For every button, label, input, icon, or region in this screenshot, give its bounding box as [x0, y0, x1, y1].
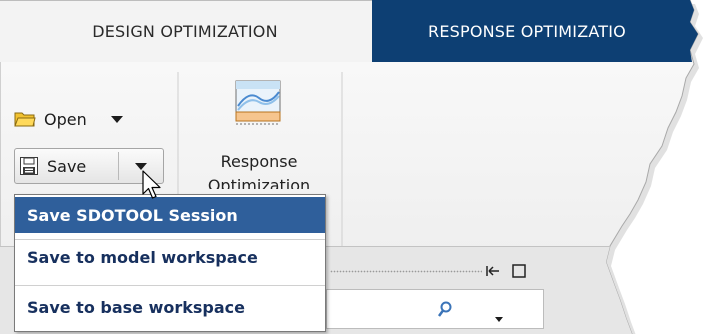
tab-strip: DESIGN OPTIMIZATION RESPONSE OPTIMIZATIO: [0, 0, 707, 63]
menu-item-save-to-base-workspace[interactable]: Save to base workspace: [15, 289, 325, 325]
open-dropdown-arrow[interactable]: [110, 115, 123, 123]
save-split-divider: [118, 152, 119, 180]
chevron-down-icon: [495, 317, 503, 322]
tab-response-optimization[interactable]: RESPONSE OPTIMIZATIO: [372, 0, 702, 63]
save-button-label: Save: [47, 156, 87, 176]
chevron-down-icon: [110, 115, 123, 123]
menu-item-save-sdotool-session[interactable]: Save SDOTOOL Session: [15, 197, 325, 233]
tab-design-optimization[interactable]: DESIGN OPTIMIZATION: [0, 0, 370, 63]
search-dropdown-arrow[interactable]: [495, 307, 503, 326]
response-optimization-label: Response: [220, 152, 298, 171]
panel-header: [326, 257, 544, 285]
floppy-disk-icon: [19, 156, 39, 176]
design-optimization-app: DESIGN OPTIMIZATION RESPONSE OPTIMIZATIO…: [0, 0, 707, 334]
open-button-label: Open: [44, 109, 87, 129]
search-icon: [437, 301, 453, 319]
menu-separator: [15, 285, 325, 286]
folder-icon: [14, 110, 36, 128]
response-optimization-icon: [235, 80, 281, 126]
menu-item-save-to-model-workspace[interactable]: Save to model workspace: [15, 239, 325, 275]
panel-grip: [330, 270, 482, 273]
dock-icon[interactable]: [486, 263, 500, 277]
maximize-icon[interactable]: [512, 263, 526, 278]
search-field[interactable]: [326, 289, 544, 329]
open-button[interactable]: Open: [14, 104, 123, 134]
response-optimization-label-line2: Optimization: [207, 176, 311, 189]
save-dropdown-menu: Save SDOTOOL Session Save to model works…: [14, 194, 326, 332]
chevron-down-icon: [135, 162, 147, 170]
mouse-cursor-icon: [142, 170, 164, 202]
